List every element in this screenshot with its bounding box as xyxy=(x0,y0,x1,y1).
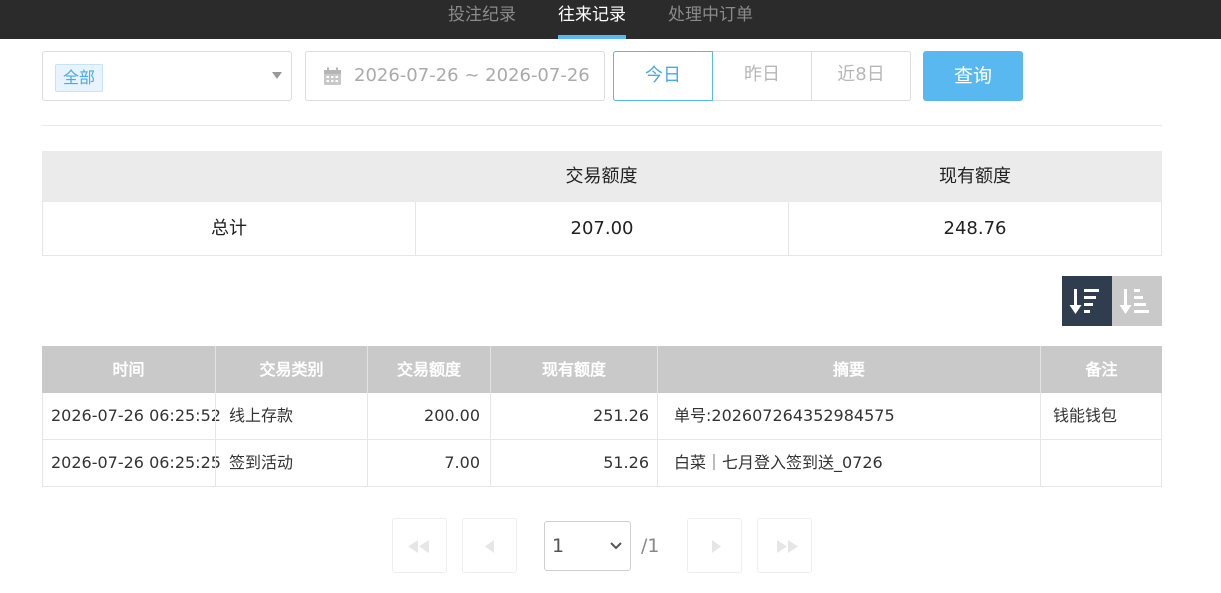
range-last-8-days-button[interactable]: 近8日 xyxy=(812,51,910,101)
tab-bet-records[interactable]: 投注纪录 xyxy=(448,0,516,39)
sort-descending-button[interactable] xyxy=(1062,276,1112,326)
first-page-button[interactable] xyxy=(392,518,447,573)
chevron-down-icon xyxy=(610,542,622,550)
last-page-button[interactable] xyxy=(757,518,812,573)
column-header-note: 备注 xyxy=(1085,360,1118,379)
cell-time: 2026-07-26 06:25:25 xyxy=(51,453,221,472)
summary-total-label: 总计 xyxy=(211,218,247,239)
column-header-time: 时间 xyxy=(112,360,145,379)
cell-type: 签到活动 xyxy=(229,453,294,472)
table-row: 2026-07-26 06:25:25 签到活动 7.00 51.26 白菜｜七… xyxy=(42,440,1162,487)
cell-divider xyxy=(657,440,658,486)
divider xyxy=(42,125,1162,126)
column-header-balance: 现有额度 xyxy=(541,360,606,379)
summary-trade-amount: 207.00 xyxy=(570,218,634,239)
cell-note: 钱能钱包 xyxy=(1053,406,1118,425)
cell-summary: 白菜｜七月登入签到送_0726 xyxy=(674,453,883,472)
cell-type: 线上存款 xyxy=(229,406,294,425)
cell-time: 2026-07-26 06:25:52 xyxy=(51,406,221,425)
first-page-icon xyxy=(408,540,429,553)
cell-divider xyxy=(1040,393,1041,439)
dropdown-caret-icon xyxy=(272,72,282,79)
top-tab-bar: 投注纪录 往来记录 处理中订单 xyxy=(0,0,1221,39)
summary-header-trade-amount: 交易额度 xyxy=(565,166,638,187)
summary-total-row: 总计 207.00 248.76 xyxy=(42,202,1162,256)
last-page-icon xyxy=(777,540,798,553)
cell-divider xyxy=(657,393,658,439)
column-header-type: 交易类别 xyxy=(259,360,324,379)
next-page-icon xyxy=(712,540,721,553)
column-header-amount: 交易额度 xyxy=(396,360,461,379)
range-yesterday-button[interactable]: 昨日 xyxy=(713,51,811,101)
page-number-select[interactable]: 1 xyxy=(544,521,631,571)
date-range-picker[interactable]: 2026-07-26 ~ 2026-07-26 xyxy=(305,51,605,101)
calendar-icon xyxy=(324,67,341,85)
summary-header: 交易额度 现有额度 xyxy=(42,151,1162,202)
cell-amount: 7.00 xyxy=(444,453,480,472)
range-today-button[interactable]: 今日 xyxy=(613,51,713,101)
query-button[interactable]: 查询 xyxy=(923,51,1023,101)
cell-divider xyxy=(215,393,216,439)
type-tag-all[interactable]: 全部 xyxy=(55,64,104,92)
cell-amount: 200.00 xyxy=(424,406,480,425)
date-range-text: 2026-07-26 ~ 2026-07-26 xyxy=(354,65,590,86)
cell-balance: 51.26 xyxy=(603,453,649,472)
next-page-button[interactable] xyxy=(687,518,742,573)
transaction-type-select[interactable]: 全部 xyxy=(42,51,292,101)
current-page-value: 1 xyxy=(552,535,565,557)
cell-divider xyxy=(1040,440,1041,486)
tab-transaction-records[interactable]: 往来记录 xyxy=(558,0,626,39)
page-total: /1 xyxy=(641,535,660,557)
prev-page-button[interactable] xyxy=(462,518,517,573)
cell-balance: 251.26 xyxy=(593,406,649,425)
summary-header-current-amount: 现有额度 xyxy=(939,166,1011,187)
sort-ascending-button[interactable] xyxy=(1112,276,1162,326)
column-header-summary: 摘要 xyxy=(832,360,865,379)
sort-descending-icon xyxy=(1069,289,1099,314)
records-table-header: 时间 交易类别 交易额度 现有额度 摘要 备注 xyxy=(42,346,1162,393)
cell-divider xyxy=(215,440,216,486)
cell-summary: 单号:202607264352984575 xyxy=(674,406,895,425)
summary-current-amount: 248.76 xyxy=(943,218,1007,239)
tab-pending-orders[interactable]: 处理中订单 xyxy=(668,0,753,39)
prev-page-icon xyxy=(485,540,494,553)
quick-range-group: 今日 昨日 近8日 xyxy=(613,51,911,101)
sort-ascending-icon xyxy=(1119,289,1149,314)
table-row: 2026-07-26 06:25:52 线上存款 200.00 251.26 单… xyxy=(42,393,1162,440)
